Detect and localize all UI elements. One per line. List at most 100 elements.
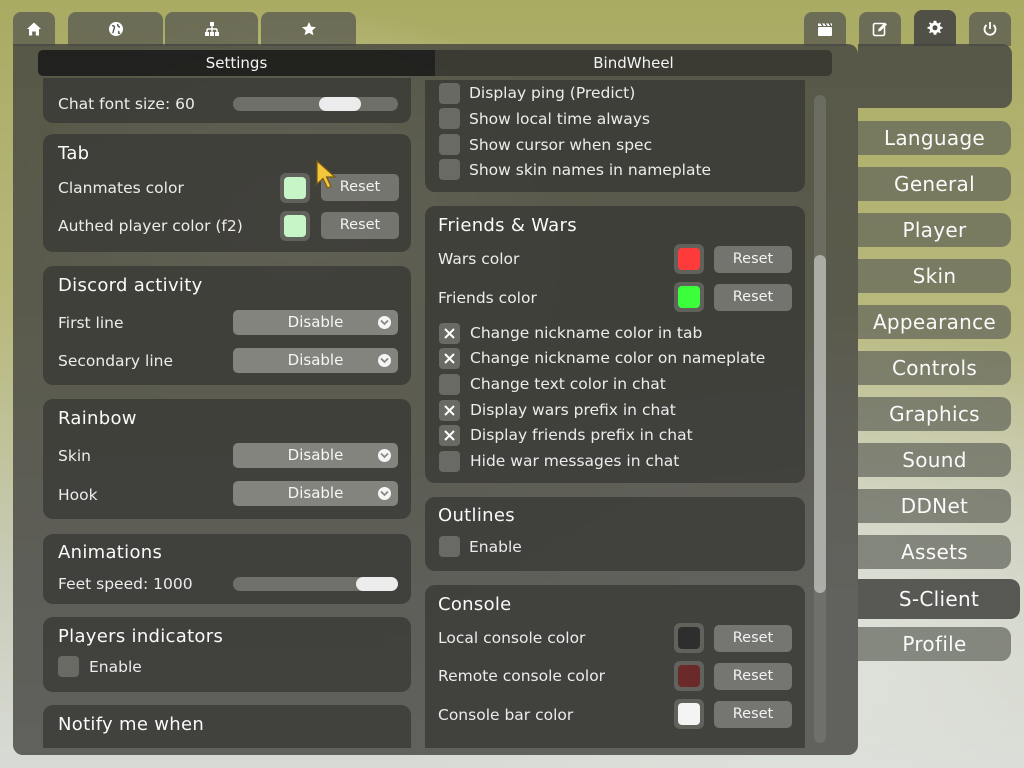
secondary-line-label: Secondary line (58, 352, 173, 370)
sidebar-item-appearance[interactable]: Appearance (858, 305, 1011, 339)
animations-title: Animations (58, 542, 163, 563)
mouse-cursor-icon (316, 160, 337, 189)
tab-globe[interactable] (68, 12, 163, 46)
first-line-value: Disable (287, 313, 344, 331)
display-ping-checkbox[interactable] (439, 83, 460, 104)
friends-wars-option-label: Display friends prefix in chat (470, 426, 693, 444)
power-icon (983, 22, 997, 36)
console-bar-reset-button[interactable]: Reset (714, 701, 792, 728)
rainbow-skin-dropdown[interactable]: Disable (233, 443, 398, 468)
clanmates-color-label: Clanmates color (58, 179, 184, 197)
chevron-down-icon (378, 354, 391, 367)
remote-console-swatch[interactable] (674, 661, 704, 691)
players-indicators-enable-label: Enable (89, 658, 142, 676)
chat-font-size-label: Chat font size: 60 (58, 95, 195, 113)
network-icon (204, 22, 219, 36)
sidebar-item-skin[interactable]: Skin (858, 259, 1011, 293)
tab-title: Tab (58, 143, 90, 164)
subtab-settings[interactable]: Settings (38, 50, 435, 76)
sidebar-item-graphics[interactable]: Graphics (858, 397, 1011, 431)
friends-wars-option-checkbox[interactable] (439, 323, 460, 344)
players-indicators-title: Players indicators (58, 626, 224, 647)
console-bar-label: Console bar color (438, 706, 574, 724)
authed-reset-button[interactable]: Reset (321, 212, 399, 239)
clapperboard-icon (818, 23, 832, 36)
friends-reset-button[interactable]: Reset (714, 284, 792, 311)
settings-scrollbar[interactable] (814, 95, 826, 743)
tab-demos[interactable] (804, 12, 846, 46)
sidebar-item-sound[interactable]: Sound (858, 443, 1011, 477)
sidebar-item-general[interactable]: General (858, 167, 1011, 201)
wars-reset-button[interactable]: Reset (714, 246, 792, 273)
friends-wars-option-checkbox[interactable] (439, 374, 460, 395)
rainbow-hook-dropdown[interactable]: Disable (233, 481, 398, 506)
cursor-spec-label: Show cursor when spec (469, 136, 653, 154)
outlines-enable-checkbox[interactable] (439, 536, 460, 557)
local-console-reset-button[interactable]: Reset (714, 625, 792, 652)
scrollbar-thumb[interactable] (814, 255, 826, 593)
sidebar-item-s-client[interactable]: S-Client (858, 579, 1020, 619)
sidebar-item-controls[interactable]: Controls (858, 351, 1011, 385)
checkmark-icon (444, 328, 455, 339)
sidebar-item-language[interactable]: Language (858, 121, 1011, 155)
home-icon (27, 22, 41, 36)
chevron-down-icon (378, 316, 391, 329)
chevron-down-icon (378, 487, 391, 500)
chat-font-size-slider[interactable] (233, 97, 398, 111)
friends-wars-option-label: Change text color in chat (470, 375, 666, 393)
gear-icon (927, 20, 943, 35)
local-console-label: Local console color (438, 629, 586, 647)
checkmark-icon (444, 430, 455, 441)
feet-speed-slider[interactable] (233, 577, 398, 591)
star-icon (301, 22, 316, 36)
tab-home[interactable] (13, 12, 55, 46)
sidebar-item-assets[interactable]: Assets (858, 535, 1011, 569)
friends-color-swatch[interactable] (674, 282, 704, 312)
subtab-bindwheel[interactable]: BindWheel (435, 50, 832, 76)
friends-wars-option-checkbox[interactable] (439, 425, 460, 446)
panel-header-extension (858, 44, 1012, 108)
secondary-line-dropdown[interactable]: Disable (233, 348, 398, 373)
wars-color-swatch[interactable] (674, 244, 704, 274)
sidebar-item-profile[interactable]: Profile (858, 627, 1011, 661)
tab-favorites[interactable] (261, 12, 356, 46)
tab-settings[interactable] (914, 10, 956, 46)
local-time-checkbox[interactable] (439, 108, 460, 129)
players-indicators-checkbox[interactable] (58, 656, 79, 677)
friends-wars-title: Friends & Wars (438, 215, 577, 236)
clanmates-color-swatch[interactable] (280, 173, 310, 203)
friends-wars-option-checkbox[interactable] (439, 451, 460, 472)
outlines-title: Outlines (438, 505, 515, 526)
first-line-label: First line (58, 314, 124, 332)
slider-knob[interactable] (319, 97, 361, 111)
authed-color-label: Authed player color (f2) (58, 217, 243, 235)
rainbow-skin-label: Skin (58, 447, 91, 465)
cursor-spec-checkbox[interactable] (439, 134, 460, 155)
friends-wars-option-checkbox[interactable] (439, 348, 460, 369)
tab-network[interactable] (165, 12, 258, 46)
friends-wars-option-checkbox[interactable] (439, 400, 460, 421)
console-bar-swatch[interactable] (674, 699, 704, 729)
tab-editor[interactable] (859, 12, 901, 46)
local-console-swatch[interactable] (674, 623, 704, 653)
friends-color-label: Friends color (438, 289, 537, 307)
friends-wars-option-label: Change nickname color on nameplate (470, 349, 766, 367)
slider-knob[interactable] (356, 577, 398, 591)
display-ping-label: Display ping (Predict) (469, 84, 636, 102)
sidebar-item-ddnet[interactable]: DDNet (858, 489, 1011, 523)
skin-names-checkbox[interactable] (439, 159, 460, 180)
discord-title: Discord activity (58, 275, 203, 296)
secondary-line-value: Disable (287, 351, 344, 369)
skin-names-label: Show skin names in nameplate (469, 161, 712, 179)
authed-color-swatch[interactable] (280, 211, 310, 241)
sidebar-item-player[interactable]: Player (858, 213, 1011, 247)
subtab-bar: Settings BindWheel (38, 50, 832, 76)
remote-console-reset-button[interactable]: Reset (714, 663, 792, 690)
tab-quit[interactable] (969, 12, 1011, 46)
rainbow-hook-value: Disable (287, 484, 344, 502)
wars-color-label: Wars color (438, 250, 520, 268)
remote-console-label: Remote console color (438, 667, 606, 685)
rainbow-skin-value: Disable (287, 446, 344, 464)
first-line-dropdown[interactable]: Disable (233, 310, 398, 335)
outlines-enable-label: Enable (469, 538, 522, 556)
